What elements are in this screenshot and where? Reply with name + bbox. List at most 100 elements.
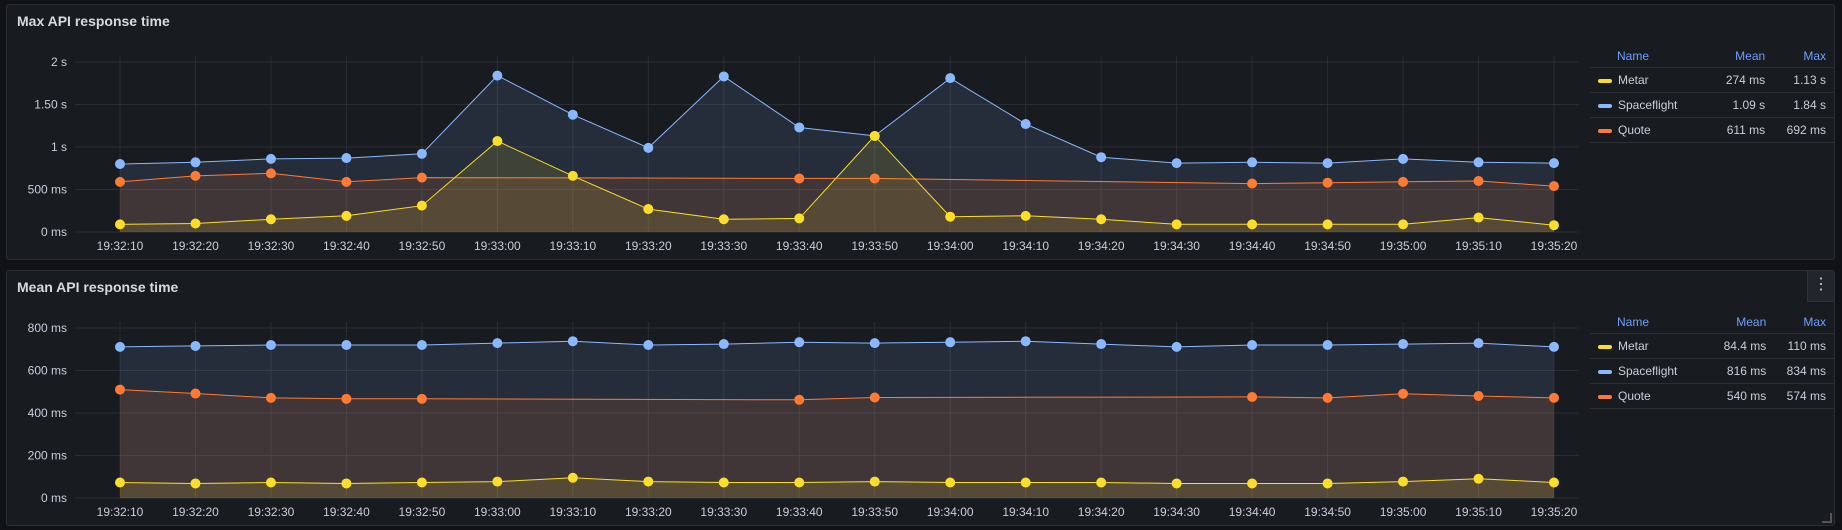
data-point-spaceflight: [1473, 157, 1484, 168]
y-tick-label: 200 ms: [28, 449, 67, 463]
data-point-quote: [1247, 391, 1258, 402]
data-point-spaceflight: [1322, 158, 1333, 169]
legend-header-mean[interactable]: Mean: [1710, 311, 1775, 334]
x-tick-label: 19:32:20: [172, 505, 219, 519]
legend-row-spaceflight[interactable]: Spaceflight 1.09 s 1.84 s: [1590, 92, 1834, 118]
legend-max: 574 ms: [1774, 383, 1834, 409]
data-point-metar: [1171, 478, 1182, 489]
x-tick-label: 19:32:50: [399, 239, 446, 253]
data-point-metar: [1020, 210, 1031, 221]
data-point-spaceflight: [1322, 340, 1333, 350]
legend-row-spaceflight[interactable]: Spaceflight 816 ms 834 ms: [1590, 358, 1834, 384]
x-tick-label: 19:32:30: [248, 239, 295, 253]
series-swatch: [1598, 103, 1612, 108]
data-point-metar: [643, 476, 654, 487]
legend-series-name: Spaceflight: [1618, 98, 1678, 112]
data-point-quote: [1398, 176, 1409, 187]
series-swatch: [1598, 128, 1612, 133]
x-tick-label: 19:32:10: [97, 239, 144, 253]
x-tick-label: 19:32:40: [323, 239, 370, 253]
mean-response-chart[interactable]: 0 ms 200 ms 400 ms 600 ms 800 ms 19:32:10 19:3…: [7, 271, 1587, 527]
resize-handle-icon[interactable]: [1822, 513, 1832, 523]
x-tick-label: 19:33:40: [776, 505, 823, 519]
data-point-metar: [492, 136, 503, 147]
data-point-metar: [341, 210, 352, 221]
x-tick-label: 19:33:50: [851, 505, 898, 519]
data-point-metar: [718, 477, 729, 488]
data-point-metar: [567, 472, 578, 483]
data-point-metar: [1398, 219, 1409, 230]
data-point-spaceflight: [416, 340, 427, 350]
data-point-spaceflight: [341, 153, 352, 164]
legend-header-max[interactable]: Max: [1774, 311, 1834, 334]
data-point-spaceflight: [1247, 340, 1258, 350]
x-tick-label: 19:34:20: [1078, 505, 1125, 519]
legend-table: Name Mean Max Metar 84.4 ms 110 ms Space…: [1590, 311, 1834, 409]
data-point-metar: [1322, 478, 1333, 489]
legend-header-mean[interactable]: Mean: [1712, 45, 1774, 68]
series-swatch: [1598, 344, 1612, 349]
legend-series-name: Quote: [1618, 123, 1651, 137]
legend-header-max[interactable]: Max: [1773, 45, 1834, 68]
data-point-metar: [945, 477, 956, 488]
x-tick-label: 19:33:10: [549, 239, 596, 253]
legend-row-quote[interactable]: Quote 540 ms 574 ms: [1590, 383, 1834, 409]
x-tick-label: 19:34:30: [1153, 505, 1200, 519]
x-tick-label: 19:33:30: [700, 505, 747, 519]
legend-row-metar[interactable]: Metar 84.4 ms 110 ms: [1590, 333, 1834, 359]
data-point-metar: [794, 477, 805, 488]
data-point-metar: [945, 211, 956, 222]
legend-series-name: Metar: [1618, 73, 1649, 87]
data-point-spaceflight: [190, 157, 201, 168]
data-point-metar: [643, 204, 654, 215]
x-tick-label: 19:34:10: [1002, 505, 1049, 519]
x-tick-label: 19:35:10: [1455, 505, 1502, 519]
data-point-metar: [416, 200, 427, 211]
data-point-metar: [869, 476, 880, 487]
data-point-metar: [567, 170, 578, 181]
legend-table: Name Mean Max Metar 274 ms 1.13 s Spacef…: [1590, 45, 1834, 143]
data-point-metar: [492, 476, 503, 487]
x-tick-label: 19:33:00: [474, 239, 521, 253]
data-point-metar: [1322, 219, 1333, 230]
data-point-spaceflight: [1020, 336, 1031, 347]
legend-series-name: Spaceflight: [1618, 364, 1678, 378]
data-point-spaceflight: [1096, 152, 1107, 163]
max-response-chart[interactable]: 0 ms 500 ms 1 s 1.50 s 2 s 19:32:10 19:32:20 19…: [7, 5, 1587, 261]
data-point-spaceflight: [1171, 158, 1182, 169]
y-tick-label: 0 ms: [41, 491, 67, 505]
legend-row-quote[interactable]: Quote 611 ms 692 ms: [1590, 117, 1834, 143]
legend-header-name[interactable]: Name: [1590, 45, 1713, 68]
data-point-spaceflight: [567, 336, 578, 347]
data-point-spaceflight: [869, 338, 880, 349]
data-point-spaceflight: [1398, 339, 1409, 350]
data-point-spaceflight: [1398, 153, 1409, 164]
legend-mean: 1.09 s: [1712, 92, 1774, 118]
data-point-metar: [794, 213, 805, 224]
legend-row-metar[interactable]: Metar 274 ms 1.13 s: [1590, 67, 1834, 93]
data-point-spaceflight: [945, 337, 956, 348]
legend-max: 1.84 s: [1773, 92, 1834, 118]
data-point-metar: [1171, 219, 1182, 230]
data-point-metar: [115, 219, 125, 230]
x-tick-label: 19:33:30: [700, 239, 747, 253]
x-tick-label: 19:33:10: [549, 505, 596, 519]
legend-header-name[interactable]: Name: [1590, 311, 1711, 334]
data-point-spaceflight: [643, 142, 654, 153]
kebab-menu-icon[interactable]: ⋮: [1807, 271, 1834, 302]
y-tick-label: 800 ms: [28, 321, 67, 335]
data-point-spaceflight: [115, 159, 125, 169]
x-tick-label: 19:34:40: [1229, 505, 1276, 519]
data-point-spaceflight: [265, 153, 276, 164]
data-point-quote: [265, 168, 276, 179]
data-point-spaceflight: [492, 338, 503, 349]
series-swatch: [1598, 369, 1612, 374]
data-point-quote: [115, 384, 125, 395]
x-tick-label: 19:34:50: [1304, 239, 1351, 253]
data-point-metar: [1473, 212, 1484, 223]
data-point-quote: [416, 393, 427, 404]
data-point-metar: [1020, 477, 1031, 488]
x-tick-label: 19:35:10: [1455, 239, 1502, 253]
data-point-metar: [416, 477, 427, 488]
data-point-spaceflight: [1247, 157, 1258, 168]
